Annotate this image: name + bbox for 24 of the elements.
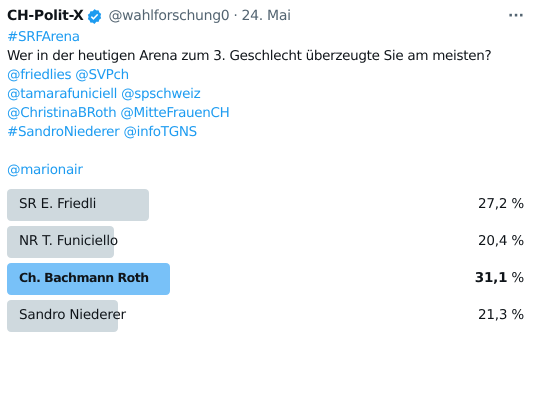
poll-percentage: 27,2 %: [478, 196, 525, 212]
more-button[interactable]: ···: [502, 8, 530, 24]
tag-link[interactable]: @friedlies: [7, 66, 72, 85]
poll-option-label: NR T. Funiciello: [19, 233, 118, 249]
author-handle[interactable]: @wahlforschung0: [108, 8, 230, 24]
poll-percentage: 31,1 %: [474, 270, 525, 286]
poll-option-label: SR E. Friedli: [19, 196, 96, 212]
poll-option-label: Ch. Bachmann Roth: [19, 270, 149, 285]
tag-link[interactable]: @SVPch: [75, 66, 129, 85]
separator-dot: ·: [233, 8, 238, 24]
tag-link[interactable]: @spschweiz: [121, 85, 200, 104]
tag-link[interactable]: @ChristinaBRoth: [7, 104, 116, 123]
post-text: Wer in der heutigen Arena zum 3. Geschlecht überzeugte Sie am meisten?: [7, 47, 492, 66]
tag-link[interactable]: #SRFArena: [7, 28, 80, 47]
tag-link[interactable]: @infoTGNS: [123, 123, 197, 142]
tag-link[interactable]: @MitteFrauenCH: [120, 104, 230, 123]
tag-link[interactable]: @tamarafuniciell: [7, 85, 118, 104]
tag-link[interactable]: #SandroNiederer: [7, 123, 120, 142]
post-date[interactable]: 24. Mai: [242, 8, 291, 24]
tag-link[interactable]: @marionair: [7, 161, 83, 180]
author-name[interactable]: CH-Polit-X: [7, 8, 84, 24]
poll-option-label: Sandro Niederer: [19, 307, 126, 323]
poll-percentage: 20,4 %: [478, 233, 525, 249]
poll-percentage: 21,3 %: [478, 307, 525, 323]
